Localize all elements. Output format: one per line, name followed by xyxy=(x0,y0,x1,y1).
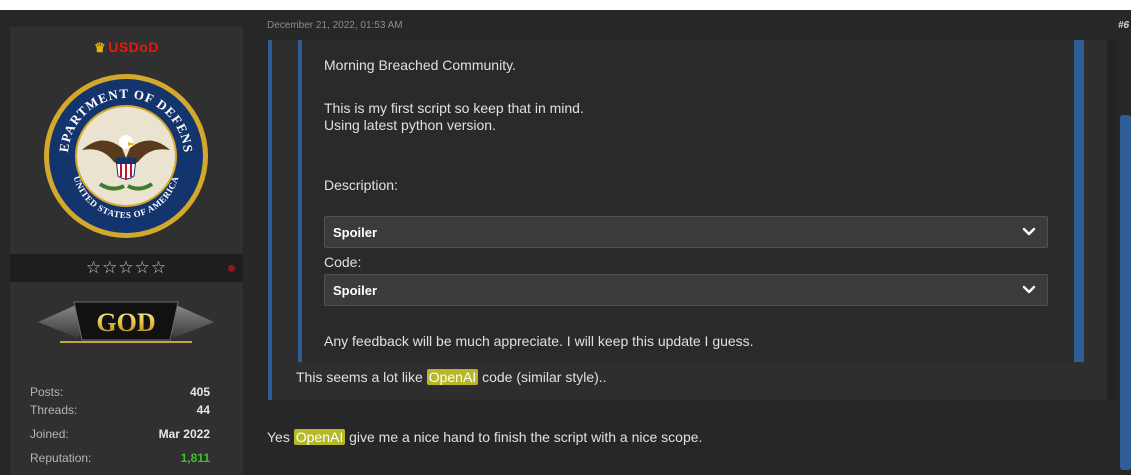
stat-value[interactable]: 1,811 xyxy=(181,451,210,465)
scroll-track[interactable] xyxy=(1109,40,1117,400)
quoted-reply-text: This seems a lot like OpenAI code (simil… xyxy=(296,369,607,385)
avatar[interactable]: DEPARTMENT OF DEFENSE UNITED STATES OF A… xyxy=(42,72,210,240)
text-segment: code (similar style).. xyxy=(478,369,607,385)
stat-threads: Threads: 44 xyxy=(30,403,210,419)
quote-feedback: Any feedback will be much appreciate. I … xyxy=(324,333,754,349)
post-date: December 21, 2022, 01:53 AM xyxy=(267,20,403,31)
stat-reputation: Reputation: 1,811 xyxy=(30,451,210,467)
rating-stars: ☆☆☆☆☆ xyxy=(85,258,168,277)
username[interactable]: ♛ USDoD xyxy=(10,39,243,56)
stat-value: 44 xyxy=(196,403,210,417)
scrollbar[interactable] xyxy=(1120,115,1131,470)
username-text: USDoD xyxy=(108,39,159,55)
text-segment: This seems a lot like xyxy=(296,369,427,385)
user-panel: ♛USDoD DEPARTMENT OF DEFENSE UNITED STAT… xyxy=(10,27,243,475)
stat-label: Threads: xyxy=(30,403,78,417)
description-label: Description: xyxy=(324,177,398,193)
quote-line: Using latest python version. xyxy=(324,117,496,133)
online-status-dot xyxy=(228,265,235,272)
crown-icon: ♛ xyxy=(94,40,107,55)
reply-text: Yes OpenAI give me a nice hand to finish… xyxy=(267,429,702,445)
spoiler-toggle-code[interactable]: Spoiler xyxy=(324,274,1048,306)
code-label: Code: xyxy=(324,254,362,270)
rank-badge: GOD xyxy=(38,301,214,343)
spoiler-toggle-description[interactable]: Spoiler xyxy=(324,216,1048,248)
text-segment: Yes xyxy=(267,429,294,445)
mention-openai[interactable]: OpenAI xyxy=(426,369,479,385)
spoiler-label: Spoiler xyxy=(333,283,378,298)
post-number[interactable]: #6 xyxy=(1118,20,1129,31)
stat-label: Posts: xyxy=(30,385,64,399)
stat-joined: Joined: Mar 2022 xyxy=(30,427,210,443)
stat-posts: Posts: 405 xyxy=(30,385,210,401)
stat-value: 405 xyxy=(189,385,210,399)
rating-bar: ☆☆☆☆☆ xyxy=(10,254,243,282)
rank-text: GOD xyxy=(96,308,155,337)
spoiler-label: Spoiler xyxy=(333,225,378,240)
stat-value: Mar 2022 xyxy=(158,427,210,441)
quote-greeting: Morning Breached Community. xyxy=(324,57,516,73)
inner-quote xyxy=(298,40,1084,362)
stat-label: Joined: xyxy=(30,427,69,441)
chevron-down-icon xyxy=(1022,285,1036,294)
mention-openai[interactable]: OpenAI xyxy=(293,429,346,445)
stat-label: Reputation: xyxy=(30,451,92,465)
text-segment: give me a nice hand to finish the script… xyxy=(345,429,703,445)
quote-line: This is my first script so keep that in … xyxy=(324,100,584,116)
chevron-down-icon xyxy=(1022,227,1036,236)
